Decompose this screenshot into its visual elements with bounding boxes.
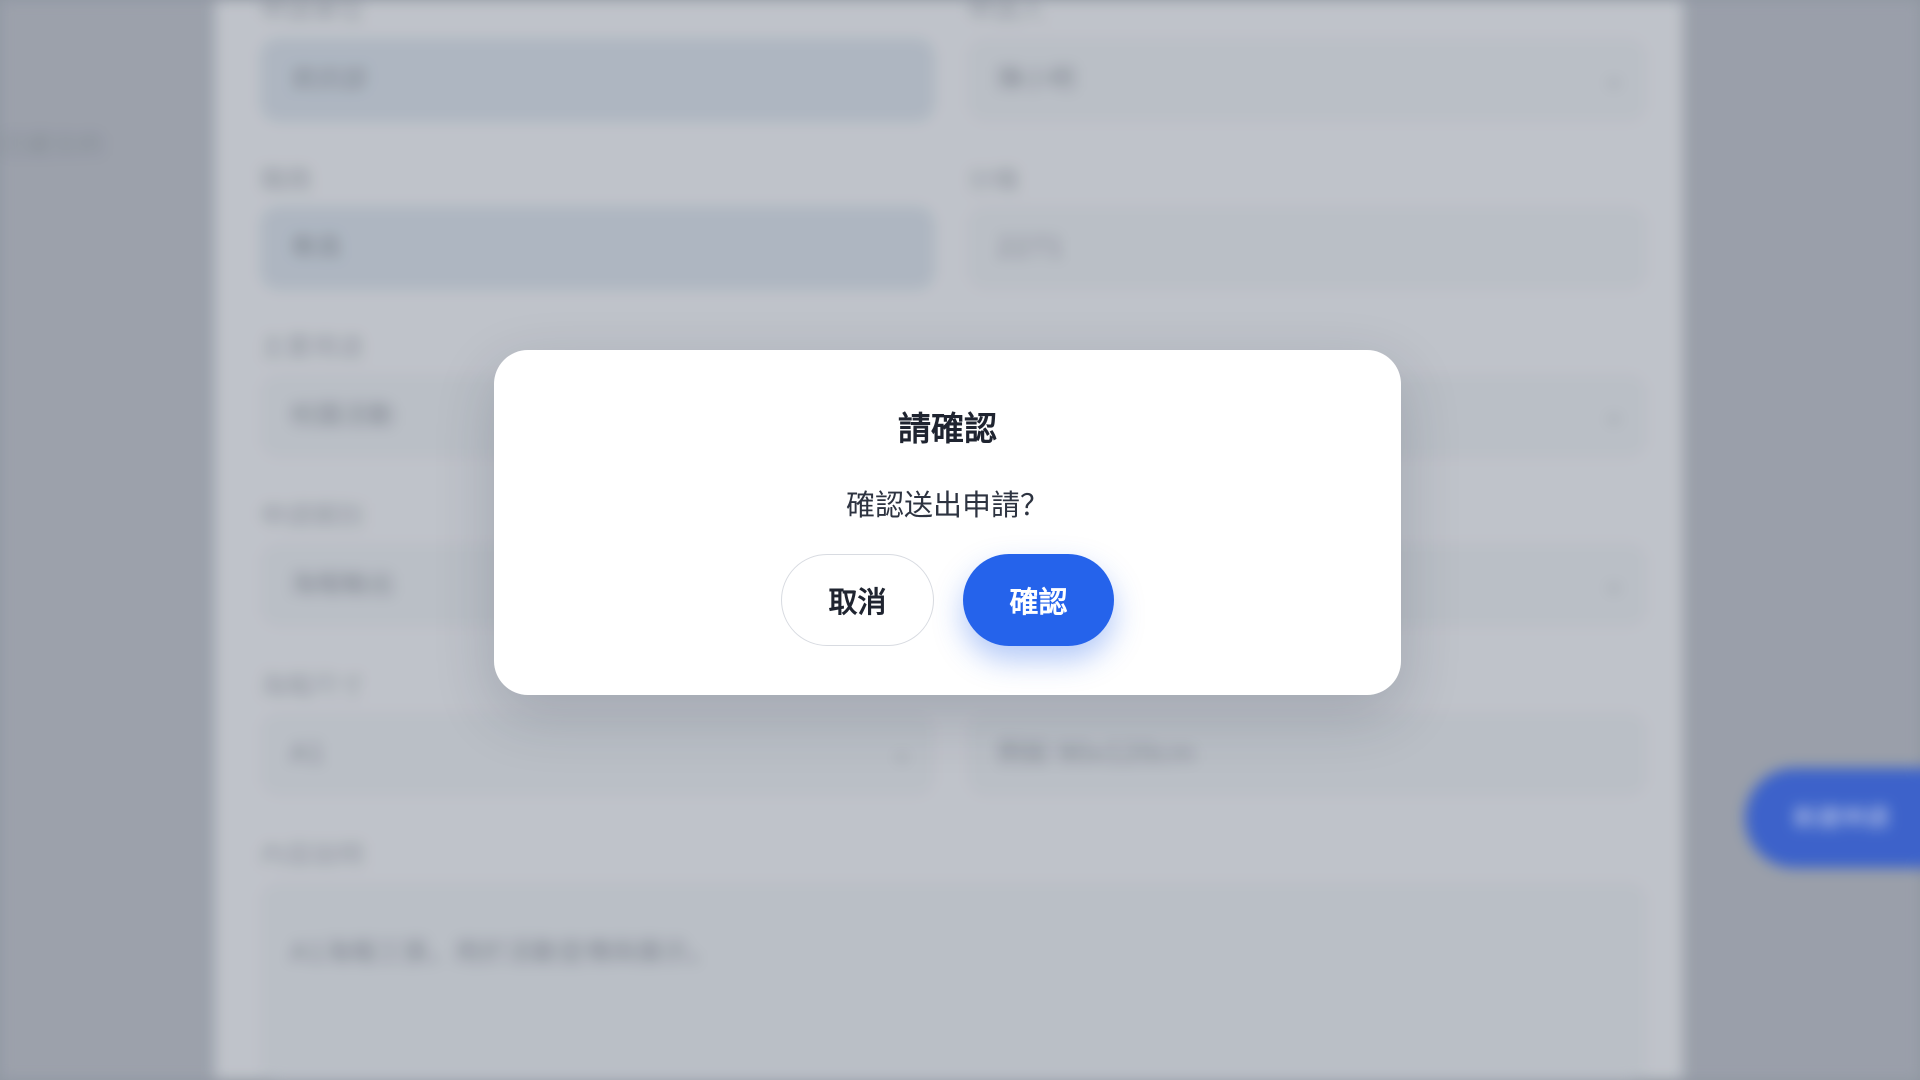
dialog-title: 請確認 [898, 409, 997, 448]
confirm-dialog: 請確認 確認送出申請？ 取消 確認 [494, 350, 1401, 695]
confirm-button[interactable]: 確認 [963, 554, 1114, 646]
dialog-message: 確認送出申請？ [845, 488, 1049, 522]
cancel-button[interactable]: 取消 [781, 554, 934, 646]
